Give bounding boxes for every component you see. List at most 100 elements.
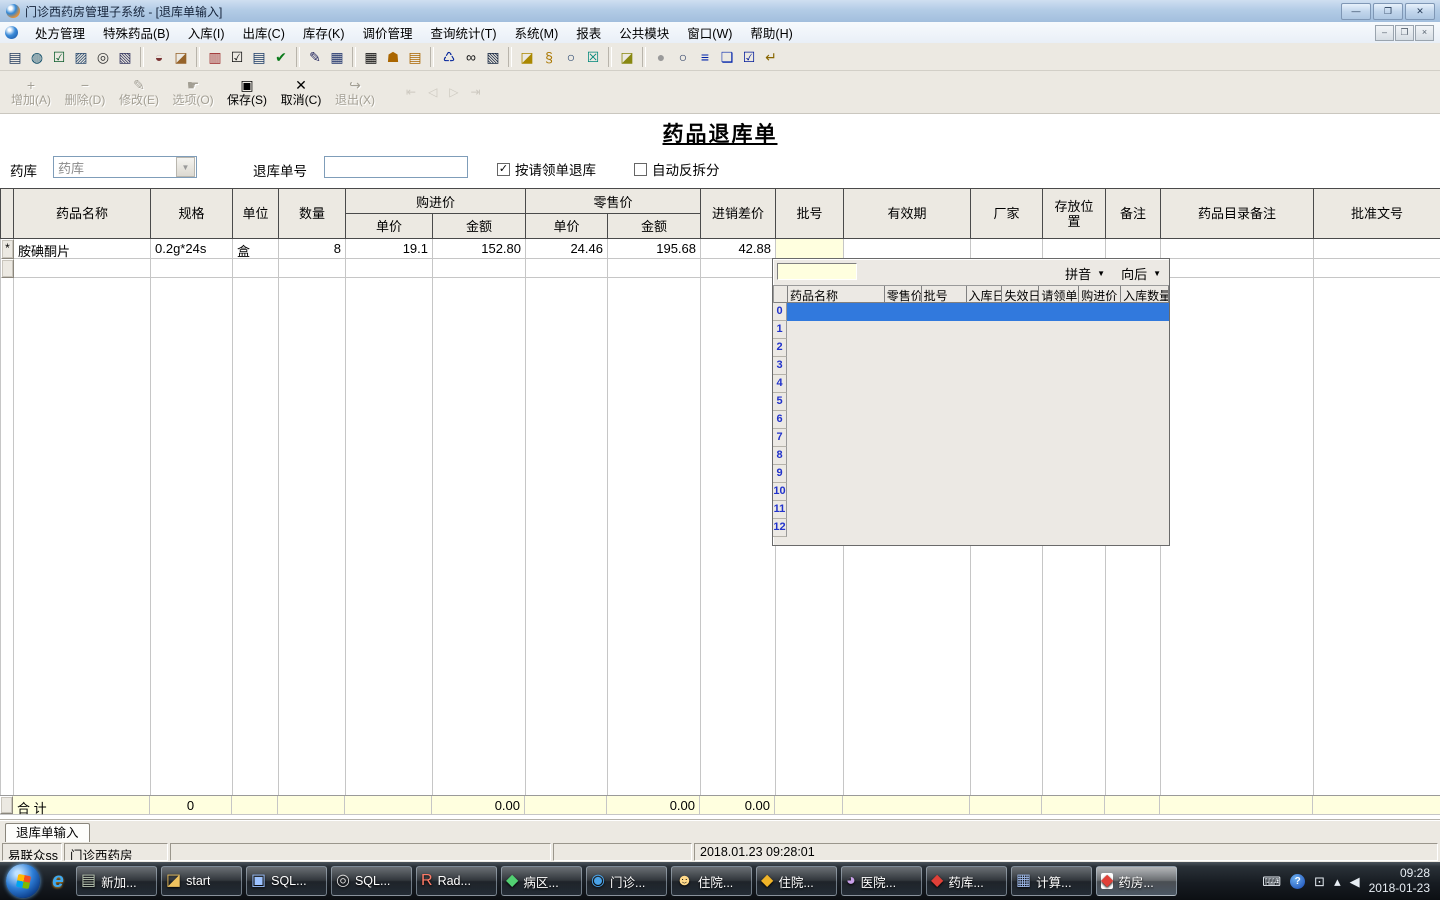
list-icon[interactable]: ≡ (694, 46, 716, 68)
menu-item-help[interactable]: 帮助(H) (741, 21, 801, 44)
taskbar-item-inpatient-reg[interactable]: ☻ 住院... (671, 866, 752, 896)
start-button[interactable] (6, 864, 40, 898)
new-folder-icon[interactable]: ◪ (170, 46, 192, 68)
audit-doc-icon[interactable]: ▧ (114, 46, 136, 68)
menu-item-common-modules[interactable]: 公共模块 (610, 21, 678, 44)
taskbar-item-sql-analyzer[interactable]: ▣ SQL... (246, 866, 327, 896)
warehouse-combobox[interactable]: 药库 ▼ (53, 156, 197, 178)
bell-icon[interactable]: ☗ (382, 46, 404, 68)
cell-qty[interactable]: 8 (279, 239, 346, 259)
clipboard-doc-icon[interactable]: ▤ (248, 46, 270, 68)
menu-item-system[interactable]: 系统(M) (506, 21, 568, 44)
zoom-icon[interactable]: ○ (672, 46, 694, 68)
popup-row[interactable]: 7 (773, 429, 1169, 447)
cell-retail-amount[interactable]: 195.68 (608, 239, 701, 259)
cell-catalog-remark[interactable] (1161, 239, 1314, 259)
menu-item-prescription[interactable]: 处方管理 (26, 21, 94, 44)
cancel-button[interactable]: ✕ 取消(C) (274, 73, 328, 111)
cell-location[interactable] (1043, 239, 1106, 259)
doc-search-icon[interactable]: ▨ (70, 46, 92, 68)
binoculars-icon[interactable]: ∞ (460, 46, 482, 68)
menu-item-outbound[interactable]: 出库(C) (234, 21, 294, 44)
calendar-icon[interactable]: ▤ (404, 46, 426, 68)
taskbar-item-sql-manager[interactable]: ◎ SQL... (331, 866, 412, 896)
menu-item-query-stats[interactable]: 查询统计(T) (422, 21, 506, 44)
print-icon[interactable]: ▤ (4, 46, 26, 68)
popup-search-input[interactable] (777, 263, 857, 280)
find-doc-icon[interactable]: ◎ (92, 46, 114, 68)
edit-window-icon[interactable]: ▦ (326, 46, 348, 68)
clipboard-check-icon[interactable]: ☑ (226, 46, 248, 68)
popup-row[interactable]: 3 (773, 357, 1169, 375)
menu-item-inventory[interactable]: 库存(K) (294, 21, 354, 44)
taskbar-item-new-disk[interactable]: ▤ 新加... (76, 866, 157, 896)
keyboard-icon[interactable]: ⌨ (1262, 875, 1281, 888)
show-hidden-icons[interactable]: ▴ (1334, 875, 1341, 888)
taskbar-item-hospital-stats[interactable]: ◕ 医院... (841, 866, 922, 896)
menu-item-inbound[interactable]: 入库(I) (179, 21, 234, 44)
cell-diff[interactable]: 42.88 (701, 239, 776, 259)
taskbar-item-inpatient[interactable]: ◆ 住院... (756, 866, 837, 896)
help-icon[interactable]: ? (1290, 873, 1306, 889)
close-box-icon[interactable]: ☒ (582, 46, 604, 68)
by-request-checkbox[interactable]: ✓ 按请领单退库 (497, 159, 596, 179)
window-tray-icon[interactable]: ⊡ (1314, 875, 1325, 888)
popup-row[interactable]: 11 (773, 501, 1169, 519)
cell-retail-price[interactable]: 24.46 (526, 239, 608, 259)
key-icon[interactable]: § (538, 46, 560, 68)
export-folder-icon[interactable]: ◪ (616, 46, 638, 68)
menu-item-reports[interactable]: 报表 (567, 21, 610, 44)
menu-item-window[interactable]: 窗口(W) (678, 21, 741, 44)
layers-icon[interactable]: ❏ (716, 46, 738, 68)
popup-row[interactable]: 1 (773, 321, 1169, 339)
minimize-button[interactable]: — (1341, 2, 1371, 20)
popup-row[interactable]: 0 (773, 303, 1169, 321)
mdi-restore-button[interactable]: ❐ (1395, 24, 1414, 41)
popup-row[interactable]: 5 (773, 393, 1169, 411)
cell-purchase-amount[interactable]: 152.80 (433, 239, 526, 259)
popup-row[interactable]: 12 (773, 519, 1169, 537)
sort-mode-dropdown[interactable]: 拼音 ▼ (1065, 264, 1105, 283)
verify-icon[interactable]: ☑ (738, 46, 760, 68)
close-button[interactable]: ✕ (1405, 2, 1435, 20)
menu-item-price-adjust[interactable]: 调价管理 (354, 21, 422, 44)
trash-icon[interactable]: ♺ (438, 46, 460, 68)
chevron-down-icon[interactable]: ▼ (176, 157, 195, 177)
popup-row[interactable]: 2 (773, 339, 1169, 357)
taskbar-item-start-folder[interactable]: ◪ start (161, 866, 242, 896)
taskbar-item-clinic[interactable]: ◉ 门诊... (586, 866, 667, 896)
vial-x-icon[interactable]: ◒ (148, 46, 170, 68)
taskbar-item-ward[interactable]: ◆ 病区... (501, 866, 582, 896)
checkbox-unchecked-icon[interactable] (634, 162, 647, 176)
cell-purchase-price[interactable]: 19.1 (346, 239, 433, 259)
cell-expiry[interactable] (844, 239, 971, 259)
auto-split-checkbox[interactable]: 自动反拆分 (634, 159, 720, 179)
popup-row[interactable]: 8 (773, 447, 1169, 465)
cell-drug[interactable]: 胺碘酮片 (14, 239, 151, 259)
popup-row[interactable]: 9 (773, 465, 1169, 483)
cell-approval[interactable] (1314, 239, 1440, 259)
cell-batch-selected[interactable] (776, 239, 844, 259)
save-button[interactable]: ▣ 保存(S) (220, 73, 274, 111)
cell-spec[interactable]: 0.2g*24s (151, 239, 233, 259)
taskbar-item-radmin[interactable]: R Rad... (416, 866, 497, 896)
tab-return-entry[interactable]: 退库单输入 (5, 823, 90, 843)
find-window-icon[interactable]: ▧ (482, 46, 504, 68)
search-direction-dropdown[interactable]: 向后 ▼ (1121, 264, 1161, 283)
volume-icon[interactable]: ◀ (1350, 875, 1360, 888)
taskbar-item-drug-store[interactable]: ◆ 药库... (926, 866, 1007, 896)
checkbox-checked-icon[interactable]: ✓ (497, 162, 510, 176)
order-no-input[interactable] (324, 156, 468, 178)
cell-maker[interactable] (971, 239, 1043, 259)
menu-item-special-drugs[interactable]: 特殊药品(B) (94, 21, 179, 44)
search-icon[interactable]: ○ (560, 46, 582, 68)
taskbar-item-pharmacy[interactable]: ◆ 药房... (1096, 866, 1177, 896)
keypad-icon[interactable]: ▦ (360, 46, 382, 68)
vial-icon[interactable]: ◍ (26, 46, 48, 68)
mdi-minimize-button[interactable]: – (1375, 24, 1394, 41)
restore-button[interactable]: ❐ (1373, 2, 1403, 20)
folder-open-icon[interactable]: ◪ (516, 46, 538, 68)
tray-clock[interactable]: 09:28 2018-01-23 (1369, 866, 1434, 896)
taskbar-item-calculator[interactable]: ▦ 计算... (1011, 866, 1092, 896)
approve-icon[interactable]: ☑ (48, 46, 70, 68)
